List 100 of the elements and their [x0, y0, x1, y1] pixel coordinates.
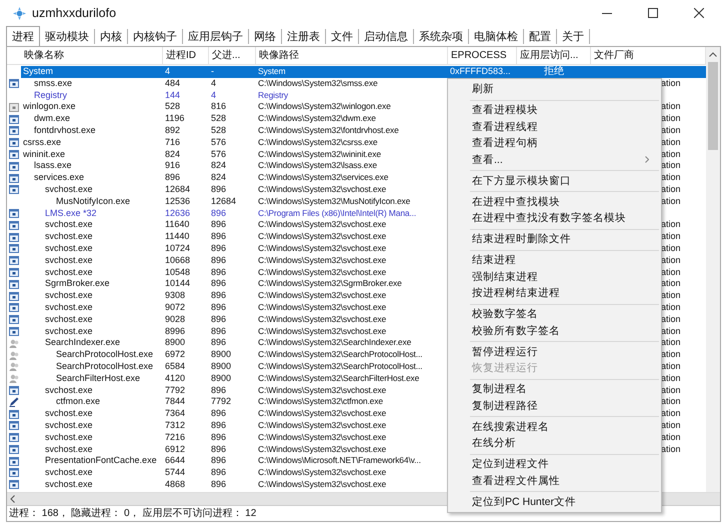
menu-item[interactable]: 定位到PC Hunter文件: [448, 494, 661, 510]
tab[interactable]: 内核: [95, 29, 128, 44]
table-cell[interactable]: svchost.exe: [21, 478, 163, 491]
table-cell[interactable]: System: [21, 66, 163, 78]
table-cell[interactable]: svchost.exe: [21, 254, 163, 267]
table-cell[interactable]: svchost.exe: [21, 231, 163, 243]
table-cell[interactable]: svchost.exe: [21, 302, 163, 314]
column-header[interactable]: 进程ID: [163, 47, 209, 64]
table-cell[interactable]: svchost.exe: [21, 408, 163, 420]
menu-item[interactable]: 在进程中查找模块: [448, 194, 661, 210]
table-cell-text: 528: [210, 124, 228, 137]
tab[interactable]: 注册表: [282, 29, 326, 44]
table-cell[interactable]: SearchIndexer.exe: [21, 337, 163, 350]
table-cell[interactable]: SearchProtocolHost.exe: [21, 349, 163, 361]
table-cell-text: C:\Windows\System32\svchost.exe: [257, 467, 388, 479]
column-header[interactable]: 映像名称: [21, 47, 163, 64]
table-cell-text: 8900: [210, 349, 232, 361]
menu-item[interactable]: 定位到进程文件: [448, 456, 661, 472]
table-cell: ation: [661, 242, 681, 253]
table-cell[interactable]: wininit.exe: [21, 148, 163, 160]
table-cell[interactable]: PresentationFontCache.exe: [21, 455, 163, 468]
column-header[interactable]: 父进...: [209, 47, 256, 64]
window-icon: [9, 433, 19, 442]
tab[interactable]: 关于: [557, 29, 590, 44]
table-cell[interactable]: smss.exe: [21, 78, 163, 90]
table-cell-text: 896: [210, 208, 228, 220]
column-header[interactable]: 映像路径: [256, 47, 448, 64]
table-cell: ation: [661, 172, 681, 182]
tab[interactable]: 系统杂项: [414, 29, 469, 44]
table-cell[interactable]: svchost.exe: [21, 444, 163, 456]
menu-item[interactable]: 复制进程名: [448, 381, 661, 398]
table-cell[interactable]: svchost.exe: [21, 314, 163, 326]
menu-item[interactable]: 结束进程时删除文件: [448, 231, 661, 248]
table-cell-text: 11440: [164, 231, 190, 243]
menu-item[interactable]: 校验所有数字签名: [448, 322, 661, 339]
table-cell[interactable]: svchost.exe: [21, 242, 163, 255]
tab[interactable]: 启动信息: [359, 29, 414, 44]
table-cell[interactable]: svchost.exe: [21, 326, 163, 338]
menu-item[interactable]: 在线分析: [448, 435, 661, 452]
menu-item[interactable]: 在下方显示模块窗口: [448, 172, 661, 189]
window-icon: [9, 303, 19, 312]
tab[interactable]: 内核钩子: [128, 29, 183, 44]
table-cell[interactable]: csrss.exe: [21, 136, 163, 149]
tab[interactable]: 文件: [326, 29, 359, 44]
tab[interactable]: 进程: [6, 26, 40, 46]
menu-item[interactable]: 查看进程文件属性: [448, 472, 661, 489]
table-cell-text: 7216: [164, 432, 186, 444]
table-cell[interactable]: svchost.exe: [21, 184, 163, 196]
table-cell[interactable]: winlogon.exe: [21, 101, 163, 114]
table-cell[interactable]: svchost.exe: [21, 266, 163, 278]
menu-item[interactable]: 在进程中查找没有数字签名模块: [448, 210, 661, 226]
tab[interactable]: 网络: [249, 29, 282, 44]
table-cell[interactable]: SgrmBroker.exe: [21, 278, 163, 290]
menu-item[interactable]: 校验数字签名: [448, 306, 661, 322]
scrollbar-thumb[interactable]: [708, 62, 718, 150]
menu-item[interactable]: 刷新: [448, 81, 661, 98]
table-cell[interactable]: LMS.exe *32: [21, 208, 163, 220]
table-cell[interactable]: services.exe: [21, 172, 163, 184]
menu-item[interactable]: 查看...: [448, 152, 661, 168]
column-header[interactable]: EPROCESS: [448, 47, 517, 64]
table-cell[interactable]: svchost.exe: [21, 467, 163, 479]
table-cell: ation: [661, 420, 681, 430]
table-cell-text: 12684: [210, 196, 238, 208]
table-cell-text: C:\Windows\System32\svchost.exe: [257, 302, 388, 314]
table-cell[interactable]: svchost.exe: [21, 290, 163, 302]
tab[interactable]: 电脑体检: [469, 29, 524, 44]
table-cell-text: 9028: [164, 314, 186, 326]
table-cell[interactable]: MusNotifyIcon.exe: [21, 196, 163, 208]
window-icon: [9, 232, 19, 242]
column-header[interactable]: 应用层访问...: [517, 47, 591, 64]
table-cell-text: 6644: [164, 455, 186, 468]
menu-item[interactable]: 查看进程句柄: [448, 135, 661, 152]
table-cell-text: 916: [164, 160, 182, 172]
table-cell-text: 896: [210, 231, 228, 243]
menu-item[interactable]: 强制结束进程: [448, 268, 661, 285]
table-cell[interactable]: fontdrvhost.exe: [21, 124, 163, 137]
table-cell[interactable]: SearchProtocolHost.exe: [21, 360, 163, 373]
tab[interactable]: 应用层钩子: [183, 29, 249, 44]
menu-item[interactable]: 查看进程模块: [448, 102, 661, 118]
table-cell[interactable]: svchost.exe: [21, 432, 163, 444]
table-cell[interactable]: svchost.exe: [21, 384, 163, 396]
table-cell-text: 896: [210, 242, 228, 255]
table-cell[interactable]: dwm.exe: [21, 113, 163, 125]
tab[interactable]: 配置: [524, 29, 557, 44]
table-cell[interactable]: lsass.exe: [21, 160, 163, 172]
table-cell[interactable]: svchost.exe: [21, 420, 163, 432]
menu-item[interactable]: 在线搜索进程名: [448, 418, 661, 435]
menu-item[interactable]: 按进程树结束进程: [448, 285, 661, 302]
menu-item[interactable]: 复制进程路径: [448, 398, 661, 414]
table-cell[interactable]: svchost.exe: [21, 219, 163, 232]
menu-item[interactable]: 暂停进程运行: [448, 344, 661, 360]
table-cell[interactable]: ctfmon.exe: [21, 396, 163, 408]
table-cell-text: 576: [210, 136, 228, 149]
tab[interactable]: 驱动模块: [40, 29, 95, 44]
menu-item[interactable]: 结束进程: [448, 252, 661, 268]
menu-item[interactable]: 查看进程线程: [448, 118, 661, 135]
table-cell[interactable]: SearchFilterHost.exe: [21, 372, 163, 385]
table-cell-text: C:\Windows\System32\MusNotifyIcon.exe: [257, 196, 412, 208]
table-cell[interactable]: Registry: [21, 90, 163, 102]
vertical-scrollbar[interactable]: [706, 47, 720, 492]
